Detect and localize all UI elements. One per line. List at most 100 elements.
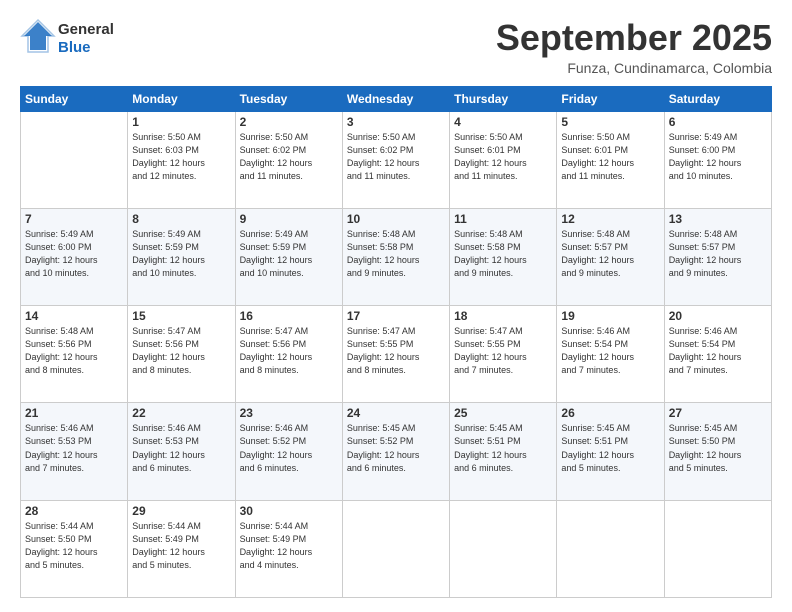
header: General Blue September 2025 Funza, Cundi… (20, 18, 772, 76)
day-number: 24 (347, 406, 445, 420)
logo-icon (20, 18, 56, 54)
calendar-week-row: 28 Sunrise: 5:44 AM Sunset: 5:50 PM Dayli… (21, 500, 772, 597)
page: General Blue September 2025 Funza, Cundi… (0, 0, 792, 612)
calendar-header-saturday: Saturday (664, 86, 771, 111)
day-number: 28 (25, 504, 123, 518)
day-number: 26 (561, 406, 659, 420)
calendar-week-row: 1Sunrise: 5:50 AM Sunset: 6:03 PM Daylig… (21, 111, 772, 208)
day-number: 29 (132, 504, 230, 518)
logo: General Blue (20, 18, 114, 59)
calendar-cell: 5Sunrise: 5:50 AM Sunset: 6:01 PM Daylig… (557, 111, 664, 208)
day-number: 4 (454, 115, 552, 129)
day-number: 18 (454, 309, 552, 323)
day-number: 3 (347, 115, 445, 129)
calendar-cell (664, 500, 771, 597)
calendar-cell: 15Sunrise: 5:47 AM Sunset: 5:56 PM Dayli… (128, 306, 235, 403)
calendar-header-wednesday: Wednesday (342, 86, 449, 111)
day-info: Sunrise: 5:50 AM Sunset: 6:02 PM Dayligh… (240, 131, 338, 183)
calendar-cell: 1Sunrise: 5:50 AM Sunset: 6:03 PM Daylig… (128, 111, 235, 208)
day-info: Sunrise: 5:45 AM Sunset: 5:52 PM Dayligh… (347, 422, 445, 474)
calendar-cell: 26 Sunrise: 5:45 AM Sunset: 5:51 PM Dayli… (557, 403, 664, 500)
day-info: Sunrise: 5:46 AM Sunset: 5:53 PM Dayligh… (25, 422, 123, 474)
calendar-header-row: SundayMondayTuesdayWednesdayThursdayFrid… (21, 86, 772, 111)
calendar-cell: 2 Sunrise: 5:50 AM Sunset: 6:02 PM Daylig… (235, 111, 342, 208)
calendar-cell: 10 Sunrise: 5:48 AM Sunset: 5:58 PM Dayli… (342, 208, 449, 305)
day-number: 12 (561, 212, 659, 226)
calendar-cell: 8Sunrise: 5:49 AM Sunset: 5:59 PM Daylig… (128, 208, 235, 305)
day-info: Sunrise: 5:48 AM Sunset: 5:58 PM Dayligh… (454, 228, 552, 280)
day-info: Sunrise: 5:49 AM Sunset: 6:00 PM Dayligh… (669, 131, 767, 183)
calendar-cell: 11 Sunrise: 5:48 AM Sunset: 5:58 PM Dayli… (450, 208, 557, 305)
day-number: 16 (240, 309, 338, 323)
calendar-cell (21, 111, 128, 208)
calendar-cell: 28 Sunrise: 5:44 AM Sunset: 5:50 PM Dayli… (21, 500, 128, 597)
calendar-cell (450, 500, 557, 597)
day-info: Sunrise: 5:50 AM Sunset: 6:01 PM Dayligh… (454, 131, 552, 183)
day-info: Sunrise: 5:50 AM Sunset: 6:01 PM Dayligh… (561, 131, 659, 183)
calendar-header-friday: Friday (557, 86, 664, 111)
calendar-cell: 25 Sunrise: 5:45 AM Sunset: 5:51 PM Dayli… (450, 403, 557, 500)
day-number: 14 (25, 309, 123, 323)
calendar-cell: 14 Sunrise: 5:48 AM Sunset: 5:56 PM Dayli… (21, 306, 128, 403)
day-number: 21 (25, 406, 123, 420)
calendar-cell: 6Sunrise: 5:49 AM Sunset: 6:00 PM Daylig… (664, 111, 771, 208)
day-info: Sunrise: 5:45 AM Sunset: 5:51 PM Dayligh… (454, 422, 552, 474)
calendar-table: SundayMondayTuesdayWednesdayThursdayFrid… (20, 86, 772, 598)
logo-blue-text: Blue (58, 39, 114, 56)
calendar-week-row: 7 Sunrise: 5:49 AM Sunset: 6:00 PM Daylig… (21, 208, 772, 305)
day-info: Sunrise: 5:50 AM Sunset: 6:02 PM Dayligh… (347, 131, 445, 183)
day-number: 8 (132, 212, 230, 226)
calendar-cell: 21 Sunrise: 5:46 AM Sunset: 5:53 PM Dayli… (21, 403, 128, 500)
calendar-header-sunday: Sunday (21, 86, 128, 111)
day-number: 7 (25, 212, 123, 226)
day-info: Sunrise: 5:47 AM Sunset: 5:56 PM Dayligh… (132, 325, 230, 377)
day-info: Sunrise: 5:44 AM Sunset: 5:50 PM Dayligh… (25, 520, 123, 572)
day-number: 10 (347, 212, 445, 226)
calendar-cell: 22 Sunrise: 5:46 AM Sunset: 5:53 PM Dayli… (128, 403, 235, 500)
calendar-cell: 23Sunrise: 5:46 AM Sunset: 5:52 PM Dayli… (235, 403, 342, 500)
calendar-week-row: 14 Sunrise: 5:48 AM Sunset: 5:56 PM Dayli… (21, 306, 772, 403)
calendar-cell: 20 Sunrise: 5:46 AM Sunset: 5:54 PM Dayli… (664, 306, 771, 403)
day-info: Sunrise: 5:46 AM Sunset: 5:54 PM Dayligh… (669, 325, 767, 377)
day-number: 25 (454, 406, 552, 420)
day-number: 23 (240, 406, 338, 420)
day-info: Sunrise: 5:45 AM Sunset: 5:51 PM Dayligh… (561, 422, 659, 474)
calendar-header-monday: Monday (128, 86, 235, 111)
day-info: Sunrise: 5:48 AM Sunset: 5:57 PM Dayligh… (561, 228, 659, 280)
month-title: September 2025 (496, 18, 772, 58)
day-info: Sunrise: 5:49 AM Sunset: 6:00 PM Dayligh… (25, 228, 123, 280)
calendar-cell: 16Sunrise: 5:47 AM Sunset: 5:56 PM Dayli… (235, 306, 342, 403)
calendar-header-thursday: Thursday (450, 86, 557, 111)
day-info: Sunrise: 5:48 AM Sunset: 5:56 PM Dayligh… (25, 325, 123, 377)
day-number: 30 (240, 504, 338, 518)
day-info: Sunrise: 5:46 AM Sunset: 5:53 PM Dayligh… (132, 422, 230, 474)
day-info: Sunrise: 5:48 AM Sunset: 5:57 PM Dayligh… (669, 228, 767, 280)
day-number: 22 (132, 406, 230, 420)
day-number: 11 (454, 212, 552, 226)
calendar-cell: 27 Sunrise: 5:45 AM Sunset: 5:50 PM Dayli… (664, 403, 771, 500)
day-info: Sunrise: 5:44 AM Sunset: 5:49 PM Dayligh… (132, 520, 230, 572)
day-number: 20 (669, 309, 767, 323)
day-info: Sunrise: 5:47 AM Sunset: 5:55 PM Dayligh… (454, 325, 552, 377)
calendar-cell: 18 Sunrise: 5:47 AM Sunset: 5:55 PM Dayli… (450, 306, 557, 403)
day-number: 19 (561, 309, 659, 323)
day-number: 17 (347, 309, 445, 323)
day-number: 27 (669, 406, 767, 420)
calendar-week-row: 21 Sunrise: 5:46 AM Sunset: 5:53 PM Dayli… (21, 403, 772, 500)
title-block: September 2025 Funza, Cundinamarca, Colo… (496, 18, 772, 76)
calendar-cell: 19Sunrise: 5:46 AM Sunset: 5:54 PM Dayli… (557, 306, 664, 403)
location: Funza, Cundinamarca, Colombia (496, 60, 772, 76)
calendar-cell: 29 Sunrise: 5:44 AM Sunset: 5:49 PM Dayli… (128, 500, 235, 597)
calendar-cell: 30 Sunrise: 5:44 AM Sunset: 5:49 PM Dayli… (235, 500, 342, 597)
calendar-cell: 7 Sunrise: 5:49 AM Sunset: 6:00 PM Daylig… (21, 208, 128, 305)
day-info: Sunrise: 5:48 AM Sunset: 5:58 PM Dayligh… (347, 228, 445, 280)
calendar-cell (342, 500, 449, 597)
day-info: Sunrise: 5:44 AM Sunset: 5:49 PM Dayligh… (240, 520, 338, 572)
day-info: Sunrise: 5:45 AM Sunset: 5:50 PM Dayligh… (669, 422, 767, 474)
day-number: 9 (240, 212, 338, 226)
day-number: 2 (240, 115, 338, 129)
day-info: Sunrise: 5:47 AM Sunset: 5:55 PM Dayligh… (347, 325, 445, 377)
calendar-header-tuesday: Tuesday (235, 86, 342, 111)
day-info: Sunrise: 5:50 AM Sunset: 6:03 PM Dayligh… (132, 131, 230, 183)
calendar-cell: 17 Sunrise: 5:47 AM Sunset: 5:55 PM Dayli… (342, 306, 449, 403)
